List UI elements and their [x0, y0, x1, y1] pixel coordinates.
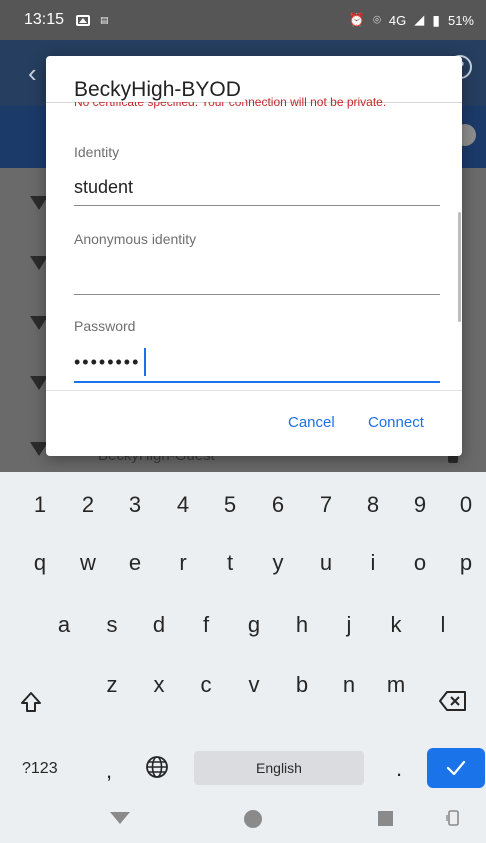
- key-f[interactable]: f: [186, 612, 226, 638]
- nav-recents-icon[interactable]: [378, 811, 393, 826]
- key-5[interactable]: 5: [210, 492, 250, 518]
- key-r[interactable]: r: [163, 550, 203, 576]
- key-n[interactable]: n: [329, 672, 369, 698]
- key-q[interactable]: q: [20, 550, 60, 576]
- soft-keyboard: 1 2 3 4 5 6 7 8 9 0 q w e r t y u i o p …: [0, 472, 486, 793]
- key-j[interactable]: j: [329, 612, 369, 638]
- key-a[interactable]: a: [44, 612, 84, 638]
- comma-key[interactable]: ,: [106, 758, 112, 784]
- key-g[interactable]: g: [234, 612, 274, 638]
- key-6[interactable]: 6: [258, 492, 298, 518]
- key-v[interactable]: v: [234, 672, 274, 698]
- key-o[interactable]: o: [400, 550, 440, 576]
- network-type: 4G: [388, 12, 407, 28]
- text-cursor: [144, 348, 147, 376]
- dialog-scrollbar[interactable]: [458, 212, 461, 322]
- nav-home-icon[interactable]: [244, 810, 262, 828]
- period-key[interactable]: .: [396, 756, 402, 782]
- key-b[interactable]: b: [282, 672, 322, 698]
- enter-key[interactable]: [427, 748, 485, 788]
- password-underline: [74, 381, 440, 383]
- password-value: ••••••••: [74, 351, 141, 372]
- connect-button[interactable]: Connect: [368, 414, 424, 431]
- key-t[interactable]: t: [210, 550, 250, 576]
- key-k[interactable]: k: [376, 612, 416, 638]
- alarm-icon: ⏰: [348, 12, 366, 27]
- key-z[interactable]: z: [92, 672, 132, 698]
- symbols-key[interactable]: ?123: [22, 760, 58, 778]
- battery-level: 51%: [447, 12, 474, 28]
- identity-field[interactable]: student: [74, 177, 133, 198]
- space-key[interactable]: English: [194, 751, 364, 785]
- password-field[interactable]: ••••••••: [74, 348, 147, 376]
- status-bar: 13:15 ▤ ⏰ ⌾ 4G ◢ ▮ 51%: [0, 0, 486, 40]
- cancel-button[interactable]: Cancel: [288, 414, 335, 431]
- location-icon: ⌾: [373, 12, 381, 27]
- key-u[interactable]: u: [306, 550, 346, 576]
- notification-icon: ▤: [100, 14, 109, 25]
- key-3[interactable]: 3: [115, 492, 155, 518]
- nav-back-icon[interactable]: [110, 812, 130, 824]
- key-w[interactable]: w: [68, 550, 108, 576]
- shift-icon[interactable]: [20, 691, 42, 713]
- status-icons: ⏰ ⌾ 4G ◢ ▮ 51%: [349, 12, 474, 29]
- key-e[interactable]: e: [115, 550, 155, 576]
- key-d[interactable]: d: [139, 612, 179, 638]
- key-y[interactable]: y: [258, 550, 298, 576]
- key-4[interactable]: 4: [163, 492, 203, 518]
- wifi-connect-dialog: BeckyHigh-BYOD No certificate specified.…: [46, 56, 462, 456]
- divider: [46, 390, 462, 391]
- checkmark-icon: [446, 760, 466, 776]
- password-label: Password: [74, 318, 136, 334]
- key-x[interactable]: x: [139, 672, 179, 698]
- key-p[interactable]: p: [446, 550, 486, 576]
- anonymous-identity-label: Anonymous identity: [74, 231, 197, 247]
- key-9[interactable]: 9: [400, 492, 440, 518]
- identity-label: Identity: [74, 144, 120, 160]
- status-time: 13:15: [24, 11, 65, 28]
- image-notification-icon: [76, 14, 91, 26]
- key-2[interactable]: 2: [68, 492, 108, 518]
- key-i[interactable]: i: [353, 550, 393, 576]
- key-0[interactable]: 0: [446, 492, 486, 518]
- dialog-title: BeckyHigh-BYOD: [74, 78, 245, 102]
- key-l[interactable]: l: [423, 612, 463, 638]
- key-c[interactable]: c: [186, 672, 226, 698]
- identity-underline: [74, 205, 440, 206]
- key-1[interactable]: 1: [20, 492, 60, 518]
- key-s[interactable]: s: [92, 612, 132, 638]
- key-h[interactable]: h: [282, 612, 322, 638]
- key-8[interactable]: 8: [353, 492, 393, 518]
- signal-icon: ◢: [414, 12, 425, 27]
- rotate-icon[interactable]: [446, 809, 460, 827]
- back-arrow-icon: ‹: [28, 58, 37, 88]
- backspace-icon[interactable]: [438, 690, 468, 712]
- key-7[interactable]: 7: [306, 492, 346, 518]
- globe-icon[interactable]: [145, 755, 169, 779]
- battery-icon: ▮: [432, 11, 440, 28]
- anonymous-identity-underline: [74, 294, 440, 295]
- anonymous-identity-field[interactable]: [74, 262, 440, 290]
- navigation-bar: [0, 793, 486, 843]
- key-m[interactable]: m: [376, 672, 416, 698]
